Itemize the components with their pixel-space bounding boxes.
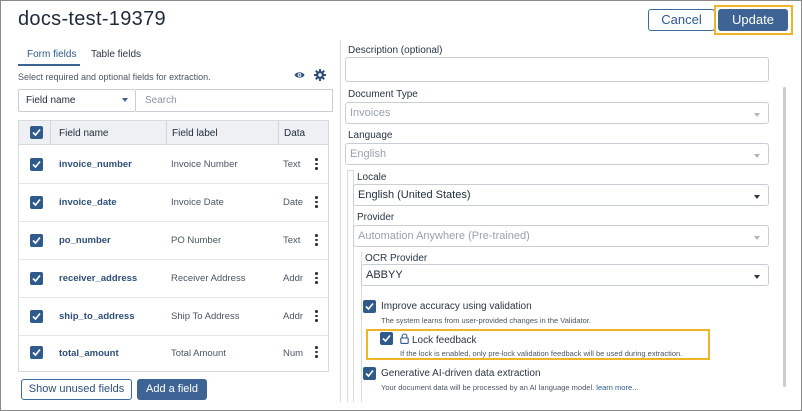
row-checkbox[interactable] bbox=[30, 196, 43, 209]
description-input[interactable] bbox=[345, 57, 769, 82]
ocr-provider-label: OCR Provider bbox=[365, 253, 428, 264]
more-options-icon[interactable] bbox=[315, 346, 319, 358]
field-name: invoice_number bbox=[59, 159, 132, 170]
language-label: Language bbox=[348, 130, 393, 141]
locale-value: English (United States) bbox=[358, 189, 471, 201]
more-options-icon[interactable] bbox=[315, 272, 319, 284]
chevron-down-icon bbox=[122, 98, 128, 102]
table-row[interactable]: invoice_number Invoice Number Text bbox=[19, 146, 328, 184]
generative-ai-label: Generative AI-driven data extraction bbox=[381, 368, 541, 379]
column-field-label[interactable]: Field label bbox=[172, 128, 218, 139]
lock-feedback-checkbox[interactable] bbox=[380, 332, 393, 345]
field-label: Invoice Number bbox=[171, 159, 238, 170]
field-label: PO Number bbox=[171, 235, 222, 246]
row-checkbox[interactable] bbox=[30, 310, 43, 323]
generative-ai-description-text: Your document data will be processed by … bbox=[381, 383, 595, 392]
cancel-button[interactable]: Cancel bbox=[648, 9, 715, 31]
field-name: total_amount bbox=[59, 348, 119, 359]
field-name: ship_to_address bbox=[59, 311, 135, 322]
row-checkbox[interactable] bbox=[30, 234, 43, 247]
select-all-checkbox[interactable] bbox=[30, 126, 43, 139]
improve-accuracy-label: Improve accuracy using validation bbox=[381, 301, 532, 312]
field-label: Invoice Date bbox=[171, 197, 224, 208]
description-label: Description (optional) bbox=[348, 45, 443, 56]
generative-ai-checkbox[interactable] bbox=[363, 367, 376, 380]
tab-form-fields[interactable]: Form fields bbox=[27, 49, 76, 60]
column-separator bbox=[50, 121, 51, 145]
fields-hint: Select required and optional fields for … bbox=[18, 72, 211, 82]
provider-value: Automation Anywhere (Pre-trained) bbox=[358, 230, 530, 242]
active-tab-indicator bbox=[18, 64, 80, 66]
gear-icon[interactable] bbox=[314, 69, 326, 81]
lock-feedback-label: Lock feedback bbox=[412, 335, 477, 346]
more-options-icon[interactable] bbox=[315, 158, 319, 170]
chevron-down-icon bbox=[754, 275, 760, 279]
language-value: English bbox=[350, 148, 387, 160]
provider-label: Provider bbox=[357, 212, 395, 223]
document-type-select: Invoices bbox=[345, 102, 769, 124]
field-type: Address bbox=[283, 311, 303, 322]
language-select: English bbox=[345, 143, 769, 165]
locale-select[interactable]: English (United States) bbox=[353, 184, 769, 206]
field-filter-select[interactable]: Field name bbox=[18, 89, 136, 112]
chevron-down-icon bbox=[754, 195, 760, 199]
update-button[interactable]: Update bbox=[718, 9, 788, 31]
eye-icon[interactable] bbox=[294, 70, 305, 80]
tab-table-fields[interactable]: Table fields bbox=[91, 49, 141, 60]
field-name: po_number bbox=[59, 235, 111, 246]
column-separator bbox=[278, 121, 279, 145]
lock-feedback-description: If the lock is enabled, only pre-lock va… bbox=[400, 349, 683, 358]
table-row[interactable]: receiver_address Receiver Address Addres… bbox=[19, 260, 328, 298]
field-label: Receiver Address bbox=[171, 273, 246, 284]
field-filter-value: Field name bbox=[26, 95, 76, 106]
improve-accuracy-checkbox[interactable] bbox=[363, 300, 376, 313]
more-options-icon[interactable] bbox=[315, 234, 319, 246]
chevron-down-icon bbox=[754, 154, 760, 158]
document-type-value: Invoices bbox=[350, 107, 391, 119]
document-type-label: Document Type bbox=[348, 89, 418, 100]
field-label: Ship To Address bbox=[171, 311, 240, 322]
table-row[interactable]: ship_to_address Ship To Address Address bbox=[19, 298, 328, 336]
table-row[interactable]: invoice_date Invoice Date Date bbox=[19, 184, 328, 222]
more-options-icon[interactable] bbox=[315, 196, 319, 208]
improve-accuracy-description: The system learns from user-provided cha… bbox=[381, 316, 591, 325]
group-border bbox=[347, 170, 348, 402]
chevron-down-icon bbox=[754, 236, 760, 240]
chevron-down-icon bbox=[754, 113, 760, 117]
column-data-type[interactable]: Data type bbox=[284, 128, 306, 139]
field-type: Text bbox=[283, 235, 301, 246]
table-header: Field name Field label Data type bbox=[19, 121, 328, 145]
field-name: receiver_address bbox=[59, 273, 138, 284]
scrollbar[interactable] bbox=[783, 87, 786, 387]
field-name: invoice_date bbox=[59, 197, 117, 208]
field-type: Date bbox=[283, 197, 303, 208]
page-title: docs-test-19379 bbox=[18, 8, 166, 30]
column-separator bbox=[166, 121, 167, 145]
more-options-icon[interactable] bbox=[315, 310, 319, 322]
field-type: Address bbox=[283, 273, 303, 284]
row-checkbox[interactable] bbox=[30, 346, 43, 359]
fields-table: Field name Field label Data type invoice… bbox=[18, 120, 329, 372]
lock-icon bbox=[400, 333, 409, 344]
locale-label: Locale bbox=[357, 172, 387, 183]
table-row[interactable]: total_amount Total Amount Number bbox=[19, 336, 328, 371]
show-unused-fields-button[interactable]: Show unused fields bbox=[21, 379, 132, 400]
search-input[interactable]: Search bbox=[136, 89, 333, 112]
row-checkbox[interactable] bbox=[30, 158, 43, 171]
provider-select: Automation Anywhere (Pre-trained) bbox=[353, 225, 769, 247]
field-type: Text bbox=[283, 159, 301, 170]
add-field-button[interactable]: Add a field bbox=[137, 379, 207, 400]
table-row[interactable]: po_number PO Number Text bbox=[19, 222, 328, 260]
field-type: Number bbox=[283, 348, 303, 359]
ocr-provider-select[interactable]: ABBYY bbox=[361, 264, 769, 286]
pane-divider bbox=[340, 40, 341, 402]
ocr-provider-value: ABBYY bbox=[366, 269, 403, 281]
column-field-name[interactable]: Field name bbox=[59, 128, 108, 139]
learn-more-link[interactable]: learn more... bbox=[596, 383, 638, 392]
row-checkbox[interactable] bbox=[30, 272, 43, 285]
generative-ai-description: Your document data will be processed by … bbox=[381, 383, 638, 392]
field-label: Total Amount bbox=[171, 348, 226, 359]
